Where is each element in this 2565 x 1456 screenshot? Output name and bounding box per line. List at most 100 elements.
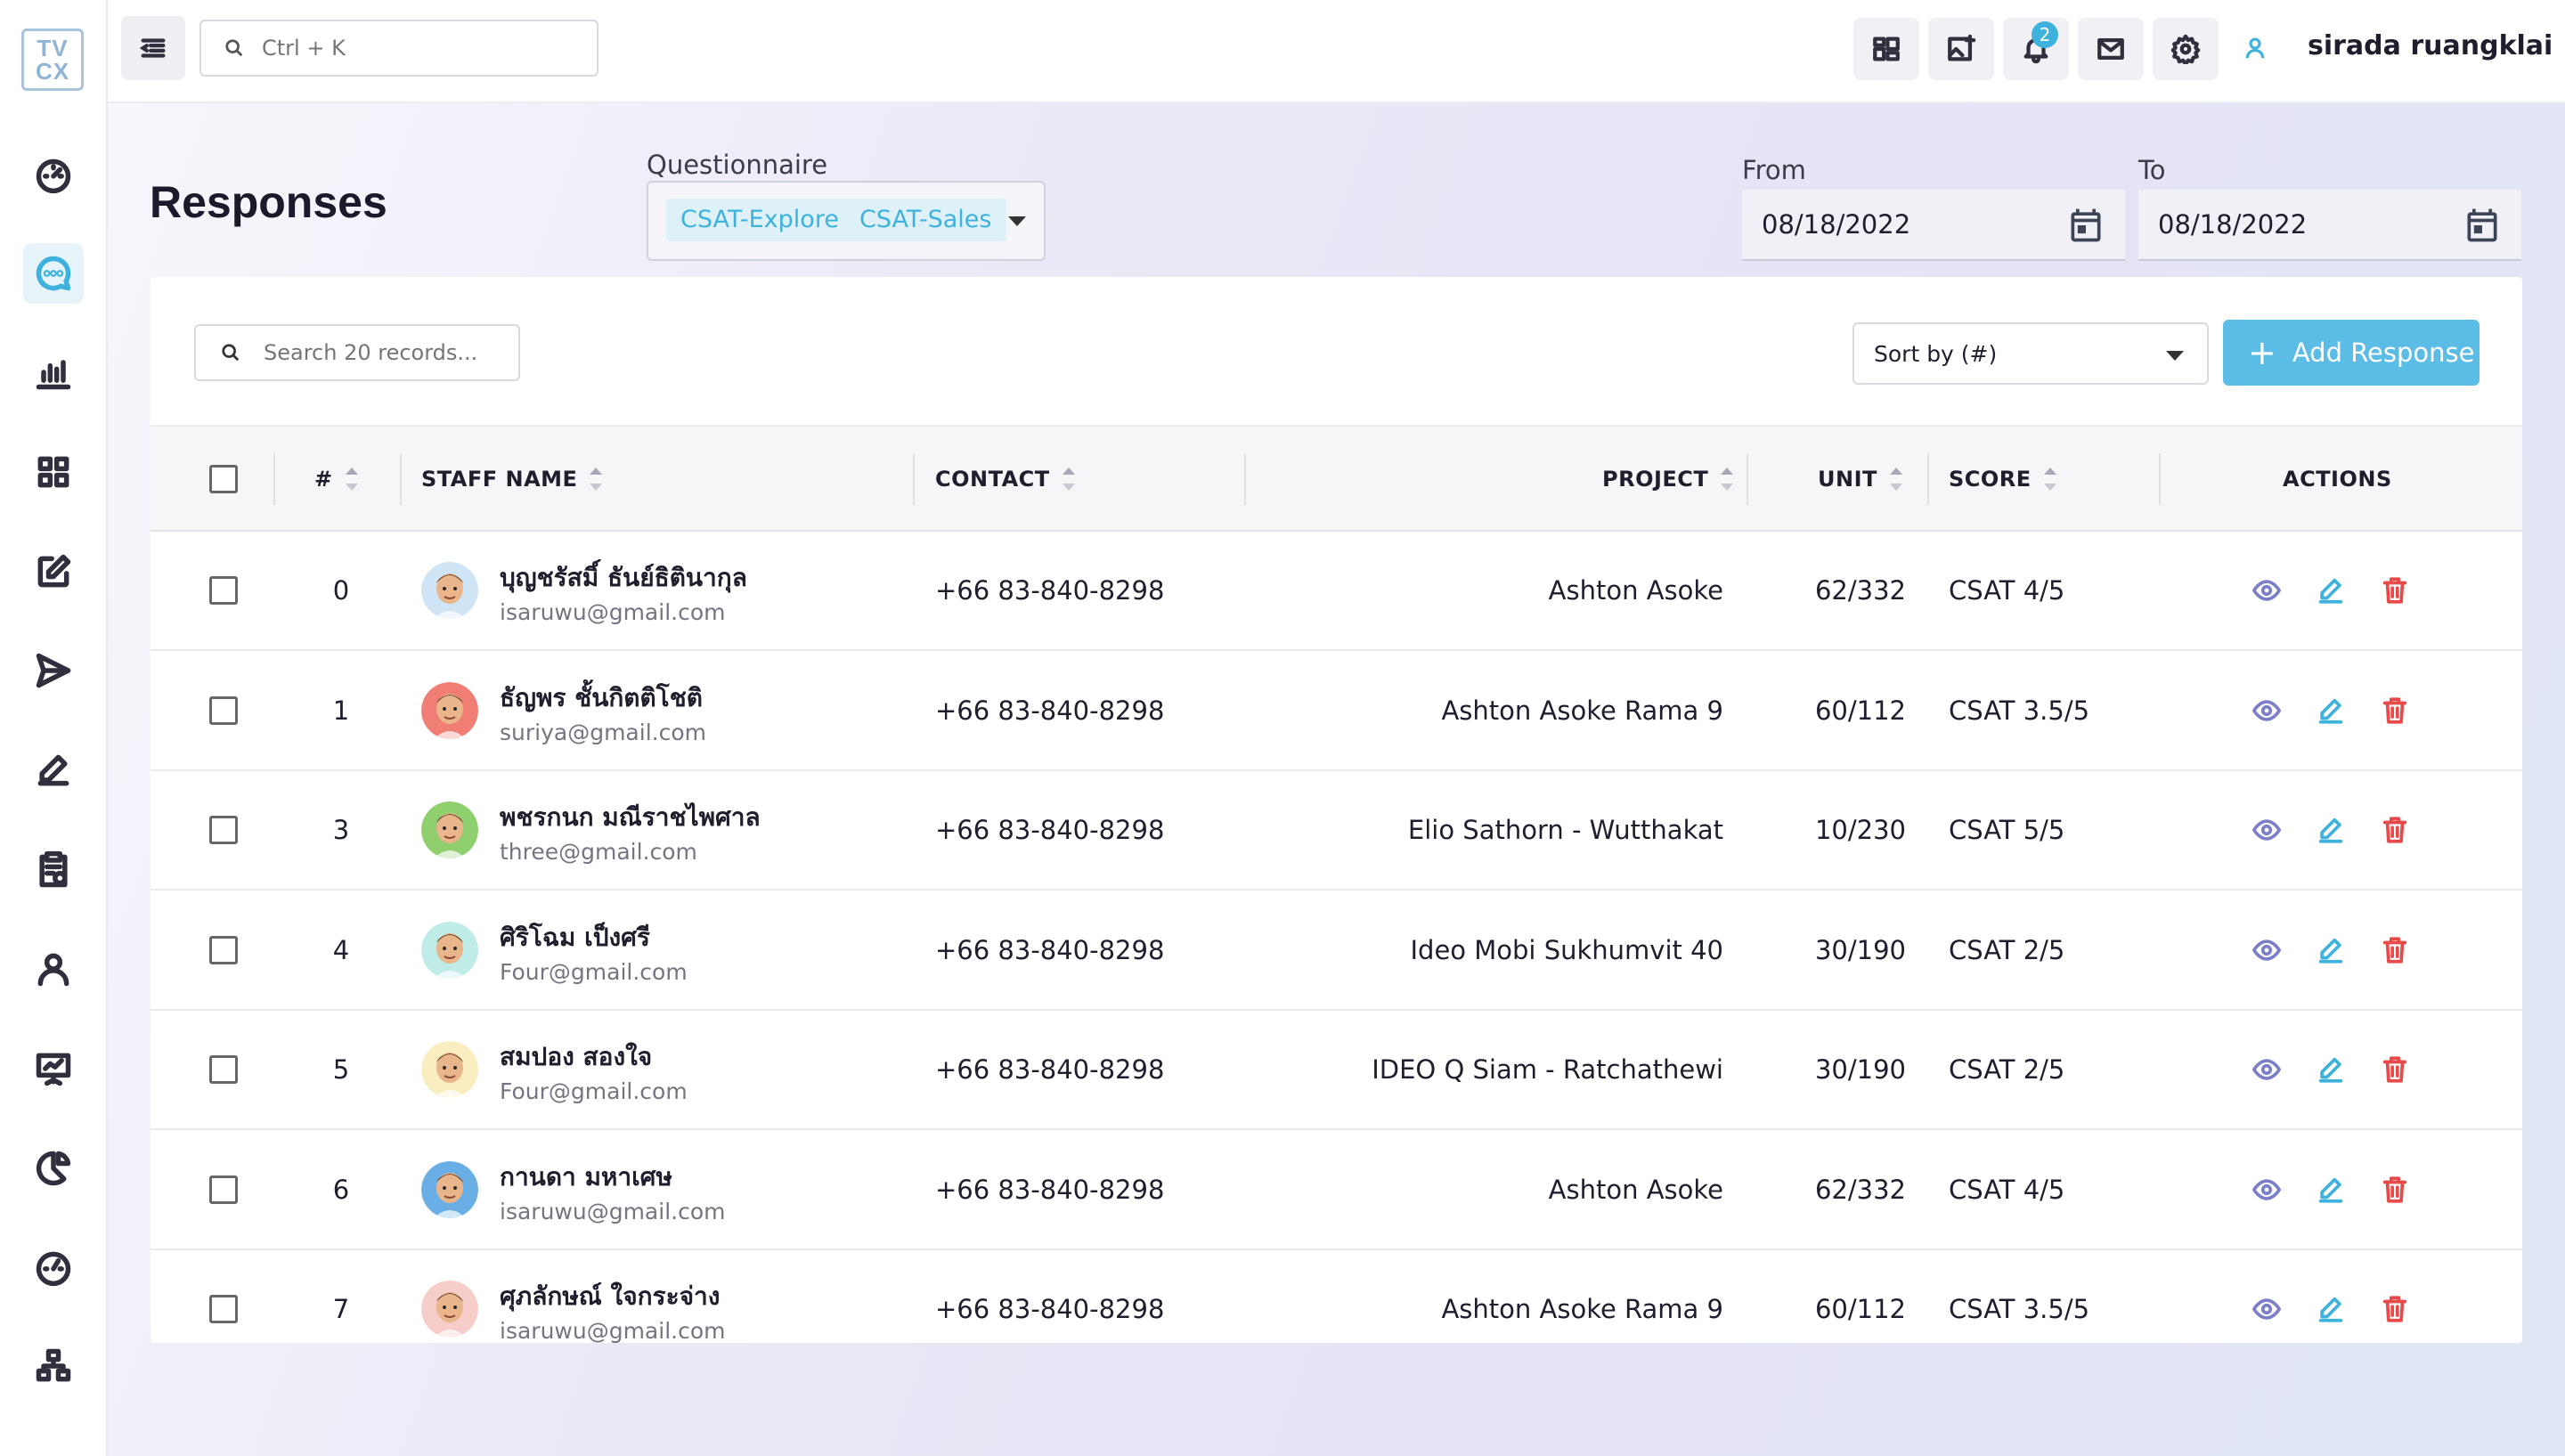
table-row[interactable]: 7 ศุภลักษณ์ ใจกระจ่าง isaruwu@gmail.com … [151,1250,2522,1343]
sort-icon[interactable] [1062,468,1075,491]
mail-button[interactable] [2078,18,2144,80]
score: CSAT 4/5 [1949,1174,2065,1205]
delete-button[interactable] [2377,932,2413,968]
edit-button[interactable] [2313,693,2349,728]
calendar-icon[interactable] [2066,206,2105,245]
project: Ideo Mobi Sukhumvit 40 [1410,934,1723,965]
staff-name: ศุภลักษณ์ ใจกระจ่าง [500,1281,721,1311]
delete-button[interactable] [2377,1291,2413,1327]
view-button[interactable] [2249,1172,2284,1208]
sidebar-item-edit[interactable] [23,541,84,602]
trash-icon [2382,1175,2407,1203]
sidebar-item-analytics[interactable] [23,1138,84,1199]
sort-icon[interactable] [2043,468,2056,491]
sidebar-item-presentation[interactable] [23,1038,84,1099]
table-row[interactable]: 3 พชรกนก มณีราชไพศาล three@gmail.com +66… [151,771,2522,891]
sidebar-item-organization[interactable] [23,1336,84,1396]
notifications-button[interactable]: 2 [2003,18,2069,80]
image-add-button[interactable] [1928,18,1994,80]
delete-button[interactable] [2377,812,2413,848]
table-row[interactable]: 0 บุญชรัสมิ์ ธันย์ธิตินากุล isaruwu@gmai… [151,532,2522,651]
sidebar-item-reports[interactable] [23,342,84,403]
view-button[interactable] [2249,1052,2284,1087]
questionnaire-chip[interactable]: CSAT-Sales [845,199,1006,241]
sidebar-item-performance[interactable] [23,1237,84,1297]
user-avatar[interactable] [2235,28,2275,68]
row-checkbox[interactable] [209,576,238,605]
questionnaire-chip[interactable]: CSAT-Explore [666,199,853,241]
pen-icon [37,754,69,786]
sidebar-item-users[interactable] [23,939,84,999]
column-header-contact[interactable]: CONTACT [935,427,1075,532]
delete-button[interactable] [2377,573,2413,608]
delete-button[interactable] [2377,693,2413,728]
row-checkbox[interactable] [209,816,238,844]
table-row[interactable]: 1 ธัญพร ชั้นกิตติโชติ suriya@gmail.com +… [151,651,2522,771]
row-checkbox[interactable] [209,1055,238,1084]
column-header-staff-label: STAFF NAME [421,467,578,492]
delete-button[interactable] [2377,1172,2413,1208]
add-response-button[interactable]: + Add Response [2223,320,2480,386]
sidebar-item-apps[interactable] [23,442,84,502]
row-checkbox[interactable] [209,695,238,725]
view-button[interactable] [2249,1291,2284,1327]
records-search-input[interactable] [264,340,513,365]
view-button[interactable] [2249,693,2284,728]
column-header-staff-name[interactable]: STAFF NAME [421,427,603,532]
edit-button[interactable] [2313,1052,2349,1087]
sidebar-item-send[interactable] [23,640,84,701]
row-checkbox[interactable] [209,1175,238,1204]
column-header-unit[interactable]: UNIT [1818,427,1902,532]
edit-button[interactable] [2313,812,2349,848]
edit-button[interactable] [2313,932,2349,968]
view-button[interactable] [2249,812,2284,848]
edit-button[interactable] [2313,1172,2349,1208]
records-search[interactable] [194,324,520,381]
app-logo[interactable]: TV CX [21,28,84,91]
view-button[interactable] [2249,932,2284,968]
questionnaire-select[interactable]: CSAT-Explore CSAT-Sales [647,181,1046,261]
grid-icon [37,456,69,488]
sort-icon[interactable] [1721,468,1734,491]
row-num: 3 [332,815,350,845]
row-checkbox[interactable] [209,1295,238,1323]
pencil-icon [2318,1177,2343,1203]
trash-icon [2382,1296,2407,1322]
edit-button[interactable] [2313,1291,2349,1327]
user-name[interactable]: sirada ruangklai [2308,30,2553,61]
column-header-num[interactable]: # [314,427,358,532]
sidebar-item-tasks[interactable] [23,840,84,900]
sort-select[interactable]: Sort by (#) [1852,322,2209,385]
select-all-checkbox[interactable] [209,465,238,493]
sort-select-value: Sort by (#) [1874,340,1998,367]
sort-icon[interactable] [1889,468,1902,491]
table-row[interactable]: 6 กานดา มหาเศษ isaruwu@gmail.com +66 83-… [151,1130,2522,1250]
column-header-score[interactable]: SCORE [1949,427,2056,532]
view-button[interactable] [2249,573,2284,608]
column-header-project-label: PROJECT [1602,467,1709,492]
sidebar-item-responses[interactable] [23,243,84,304]
to-date-field[interactable]: 08/18/2022 [2138,190,2521,261]
delete-button[interactable] [2377,1052,2413,1087]
sidebar-item-write[interactable] [23,740,84,801]
table-row[interactable]: 5 สมปอง สองใจ Four@gmail.com +66 83-840-… [151,1011,2522,1130]
chat-bubble-icon [36,256,71,291]
column-header-project[interactable]: PROJECT [1602,427,1734,532]
sidebar-item-dashboard[interactable] [23,144,84,205]
chevron-down-icon[interactable] [1008,216,1026,226]
global-search[interactable] [200,20,598,77]
sort-icon[interactable] [345,468,358,491]
row-num: 5 [332,1054,350,1085]
global-search-input[interactable] [262,36,582,61]
menu-toggle-button[interactable] [121,16,185,80]
eye-icon [2252,1298,2282,1320]
staff-name: สมปอง สองใจ [500,1042,653,1071]
edit-button[interactable] [2313,573,2349,608]
settings-button[interactable] [2153,18,2219,80]
calendar-icon[interactable] [2463,206,2502,245]
row-checkbox[interactable] [209,935,238,964]
table-row[interactable]: 4 ศิริโฉม เป็งศรี Four@gmail.com +66 83-… [151,891,2522,1011]
from-date-field[interactable]: 08/18/2022 [1742,190,2125,261]
sort-icon[interactable] [590,468,603,491]
layout-button[interactable] [1853,18,1919,80]
